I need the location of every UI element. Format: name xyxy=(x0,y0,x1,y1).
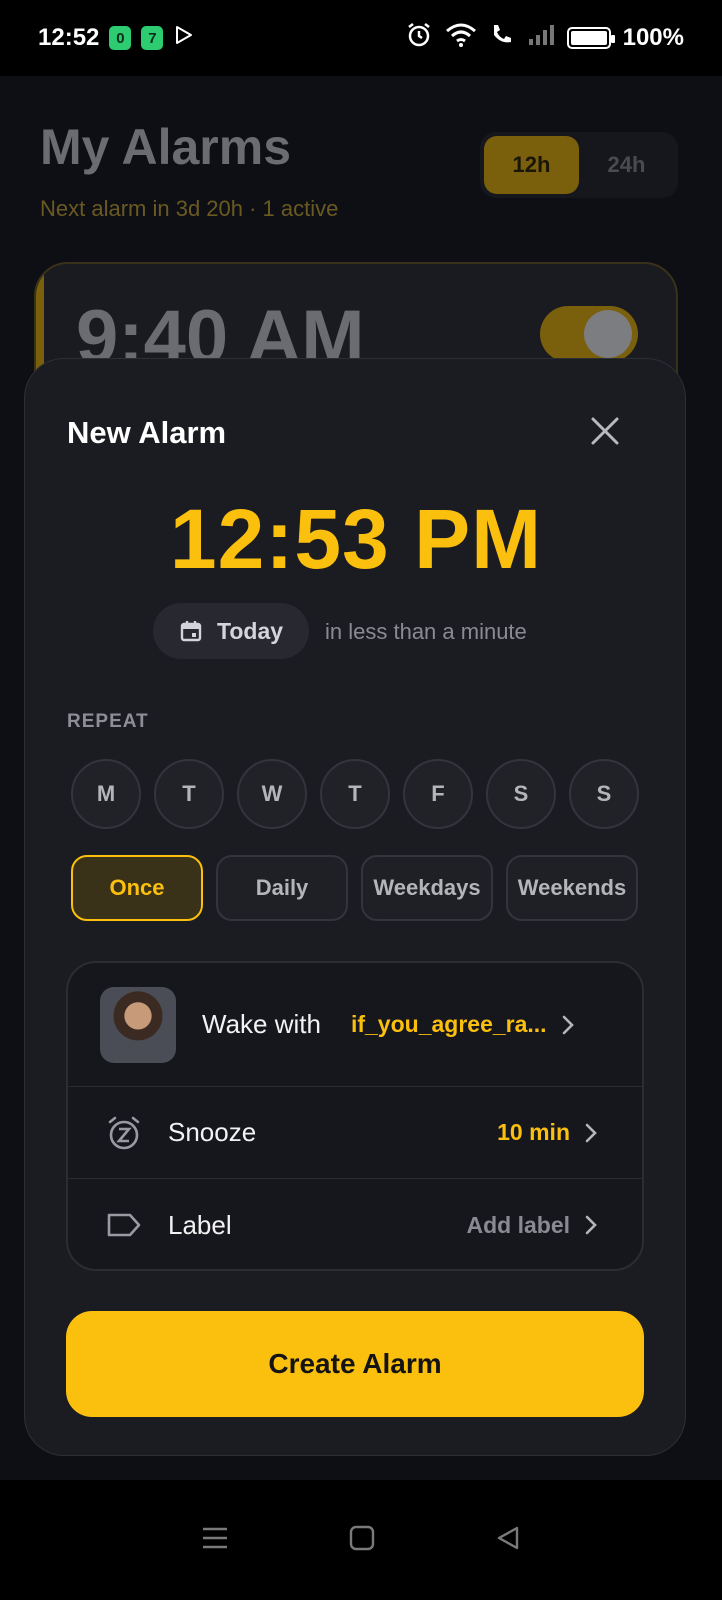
chevron-right-icon xyxy=(585,1215,597,1235)
notification-icon-2: 7 xyxy=(141,26,164,50)
wake-media-thumbnail xyxy=(100,986,176,1063)
preset-weekdays[interactable]: Weekdays xyxy=(361,855,493,921)
day-sunday[interactable]: S xyxy=(569,759,639,829)
repeat-days: M T W T F S S xyxy=(71,759,639,829)
label-label: Label xyxy=(168,1209,232,1240)
alarm-status-icon xyxy=(405,21,433,56)
battery-icon xyxy=(566,27,615,49)
snooze-row[interactable]: Snooze 10 min xyxy=(68,1087,642,1179)
date-chip[interactable]: Today xyxy=(153,603,310,659)
chevron-right-icon xyxy=(562,1015,574,1034)
recents-menu-icon[interactable] xyxy=(201,1525,229,1556)
alarm-enable-toggle[interactable] xyxy=(540,306,638,362)
day-tuesday[interactable]: T xyxy=(154,759,224,829)
sheet-title: New Alarm xyxy=(67,415,227,450)
repeat-section-label: REPEAT xyxy=(67,711,149,732)
status-time: 12:52 xyxy=(38,24,100,51)
wake-with-value: if_you_agree_ra... xyxy=(350,1011,547,1037)
day-wednesday[interactable]: W xyxy=(237,759,307,829)
signal-icon xyxy=(527,23,555,54)
play-store-icon xyxy=(173,24,195,53)
wake-with-row[interactable]: Wake with if_you_agree_ra... xyxy=(68,963,642,1087)
close-button[interactable] xyxy=(579,405,631,457)
chevron-right-icon xyxy=(585,1123,597,1142)
preset-daily[interactable]: Daily xyxy=(216,855,348,921)
back-icon[interactable] xyxy=(495,1525,521,1556)
format-12h-option[interactable]: 12h xyxy=(484,136,579,194)
wake-with-label: Wake with xyxy=(202,1009,321,1039)
home-icon[interactable] xyxy=(349,1525,375,1556)
next-alarm-summary: Next alarm in 3d 20h · 1 active xyxy=(40,196,339,221)
snooze-label: Snooze xyxy=(168,1117,257,1147)
label-row[interactable]: Label Add label xyxy=(68,1179,642,1269)
day-monday[interactable]: M xyxy=(71,759,141,829)
date-chip-label: Today xyxy=(217,617,284,644)
day-thursday[interactable]: T xyxy=(320,759,390,829)
wifi-call-icon xyxy=(489,22,515,55)
page-title: My Alarms xyxy=(40,119,292,175)
status-bar: 12:52 0 7 100% xyxy=(0,0,722,76)
format-24h-option[interactable]: 24h xyxy=(579,136,674,194)
new-alarm-sheet: New Alarm 12:53 PM Today in less than a … xyxy=(24,358,686,1456)
label-tag-icon xyxy=(104,1205,144,1245)
snooze-icon xyxy=(104,1113,144,1153)
day-friday[interactable]: F xyxy=(403,759,473,829)
system-nav-bar xyxy=(0,1480,722,1600)
alarm-settings-card: Wake with if_you_agree_ra... Snooze 10 m… xyxy=(66,961,644,1271)
alarm-time-display[interactable]: 12:53 PM xyxy=(25,491,687,588)
preset-once[interactable]: Once xyxy=(71,855,203,921)
create-alarm-button[interactable]: Create Alarm xyxy=(66,1311,644,1417)
wifi-icon xyxy=(445,22,477,55)
preset-weekends[interactable]: Weekends xyxy=(506,855,638,921)
day-saturday[interactable]: S xyxy=(486,759,556,829)
close-icon xyxy=(591,417,619,445)
repeat-presets: Once Daily Weekdays Weekends xyxy=(71,855,638,921)
time-format-toggle[interactable]: 12h 24h xyxy=(480,132,678,198)
time-until-alarm: in less than a minute xyxy=(325,619,527,644)
battery-percent: 100% xyxy=(622,24,684,51)
snooze-value: 10 min xyxy=(497,1119,570,1145)
calendar-icon xyxy=(180,621,202,642)
label-value: Add label xyxy=(466,1211,570,1238)
notification-icon-1: 0 xyxy=(109,26,132,50)
